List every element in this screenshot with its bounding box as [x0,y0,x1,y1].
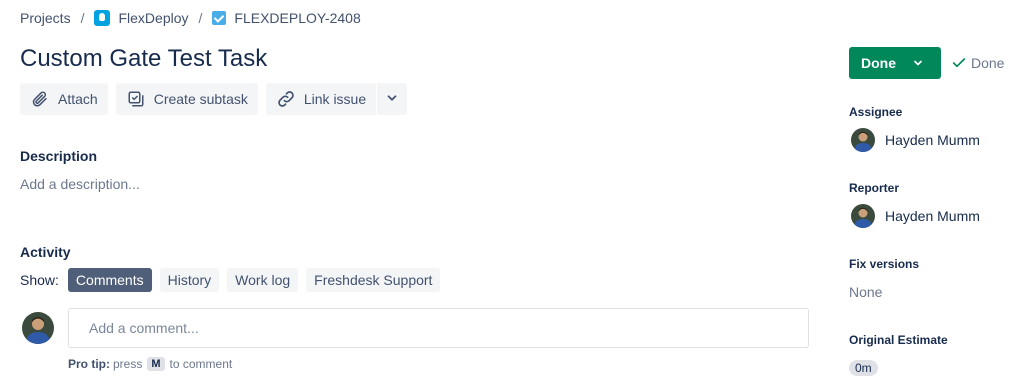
tab-freshdesk-support[interactable]: Freshdesk Support [306,268,441,292]
create-subtask-button[interactable]: Create subtask [115,83,258,115]
original-estimate-heading: Original Estimate [849,333,948,347]
link-issue-label: Link issue [303,91,367,107]
create-subtask-label: Create subtask [153,91,248,107]
activity-filter: Show: Comments History Work log Freshdes… [20,268,448,292]
attach-label: Attach [58,91,98,107]
more-actions-button[interactable] [377,83,408,115]
reporter-field[interactable]: Hayden Mumm [851,204,980,228]
tab-comments[interactable]: Comments [67,268,152,292]
subtask-icon [126,89,146,109]
attach-button[interactable]: Attach [20,83,108,115]
breadcrumb-project-label: FlexDeploy [118,10,189,26]
assignee-name: Hayden Mumm [885,132,980,148]
resolution-status: Done [951,55,1004,71]
paperclip-icon [30,89,50,109]
fix-versions-heading: Fix versions [849,257,920,271]
avatar [851,204,875,228]
tab-history[interactable]: History [159,268,220,292]
avatar [22,312,54,344]
original-estimate-value[interactable]: 0m [849,360,878,376]
pro-tip-suffix: to comment [169,357,233,371]
breadcrumb-projects-link[interactable]: Projects [20,10,71,26]
breadcrumb-separator: / [80,10,85,26]
reporter-name: Hayden Mumm [885,208,980,224]
avatar [851,128,875,152]
issue-toolbar: Attach Create subtask Link issue [20,83,415,115]
breadcrumb: Projects / FlexDeploy / FLEXDEPLOY-2408 [20,8,361,28]
chevron-down-icon [912,57,924,69]
keyboard-shortcut-badge: M [147,357,165,371]
breadcrumb-issue-link[interactable]: FLEXDEPLOY-2408 [212,10,361,26]
project-avatar-icon [94,10,111,26]
status-label: Done [861,55,896,71]
chevron-down-icon [385,91,399,108]
tab-work-log[interactable]: Work log [227,268,299,292]
assignee-field[interactable]: Hayden Mumm [851,128,980,152]
task-type-icon [212,11,227,25]
link-icon [276,89,296,109]
show-label: Show: [20,272,59,288]
resolution-label: Done [971,55,1005,71]
breadcrumb-separator: / [198,10,203,26]
assignee-heading: Assignee [849,105,903,119]
reporter-heading: Reporter [849,181,900,195]
pro-tip-press: press [113,357,143,371]
link-issue-button[interactable]: Link issue [265,83,377,115]
issue-title[interactable]: Custom Gate Test Task [20,44,267,74]
description-heading: Description [20,148,98,164]
comment-input[interactable]: Add a comment... [68,308,809,348]
check-icon [952,58,966,68]
activity-heading: Activity [20,244,71,260]
pro-tip: Pro tip: press M to comment [68,357,232,371]
breadcrumb-project-link[interactable]: FlexDeploy [94,10,189,26]
pro-tip-label: Pro tip: [68,357,110,371]
status-button[interactable]: Done [849,47,941,79]
description-input[interactable]: Add a description... [20,176,140,192]
breadcrumb-issue-key: FLEXDEPLOY-2408 [234,10,361,26]
fix-versions-value[interactable]: None [849,284,882,300]
